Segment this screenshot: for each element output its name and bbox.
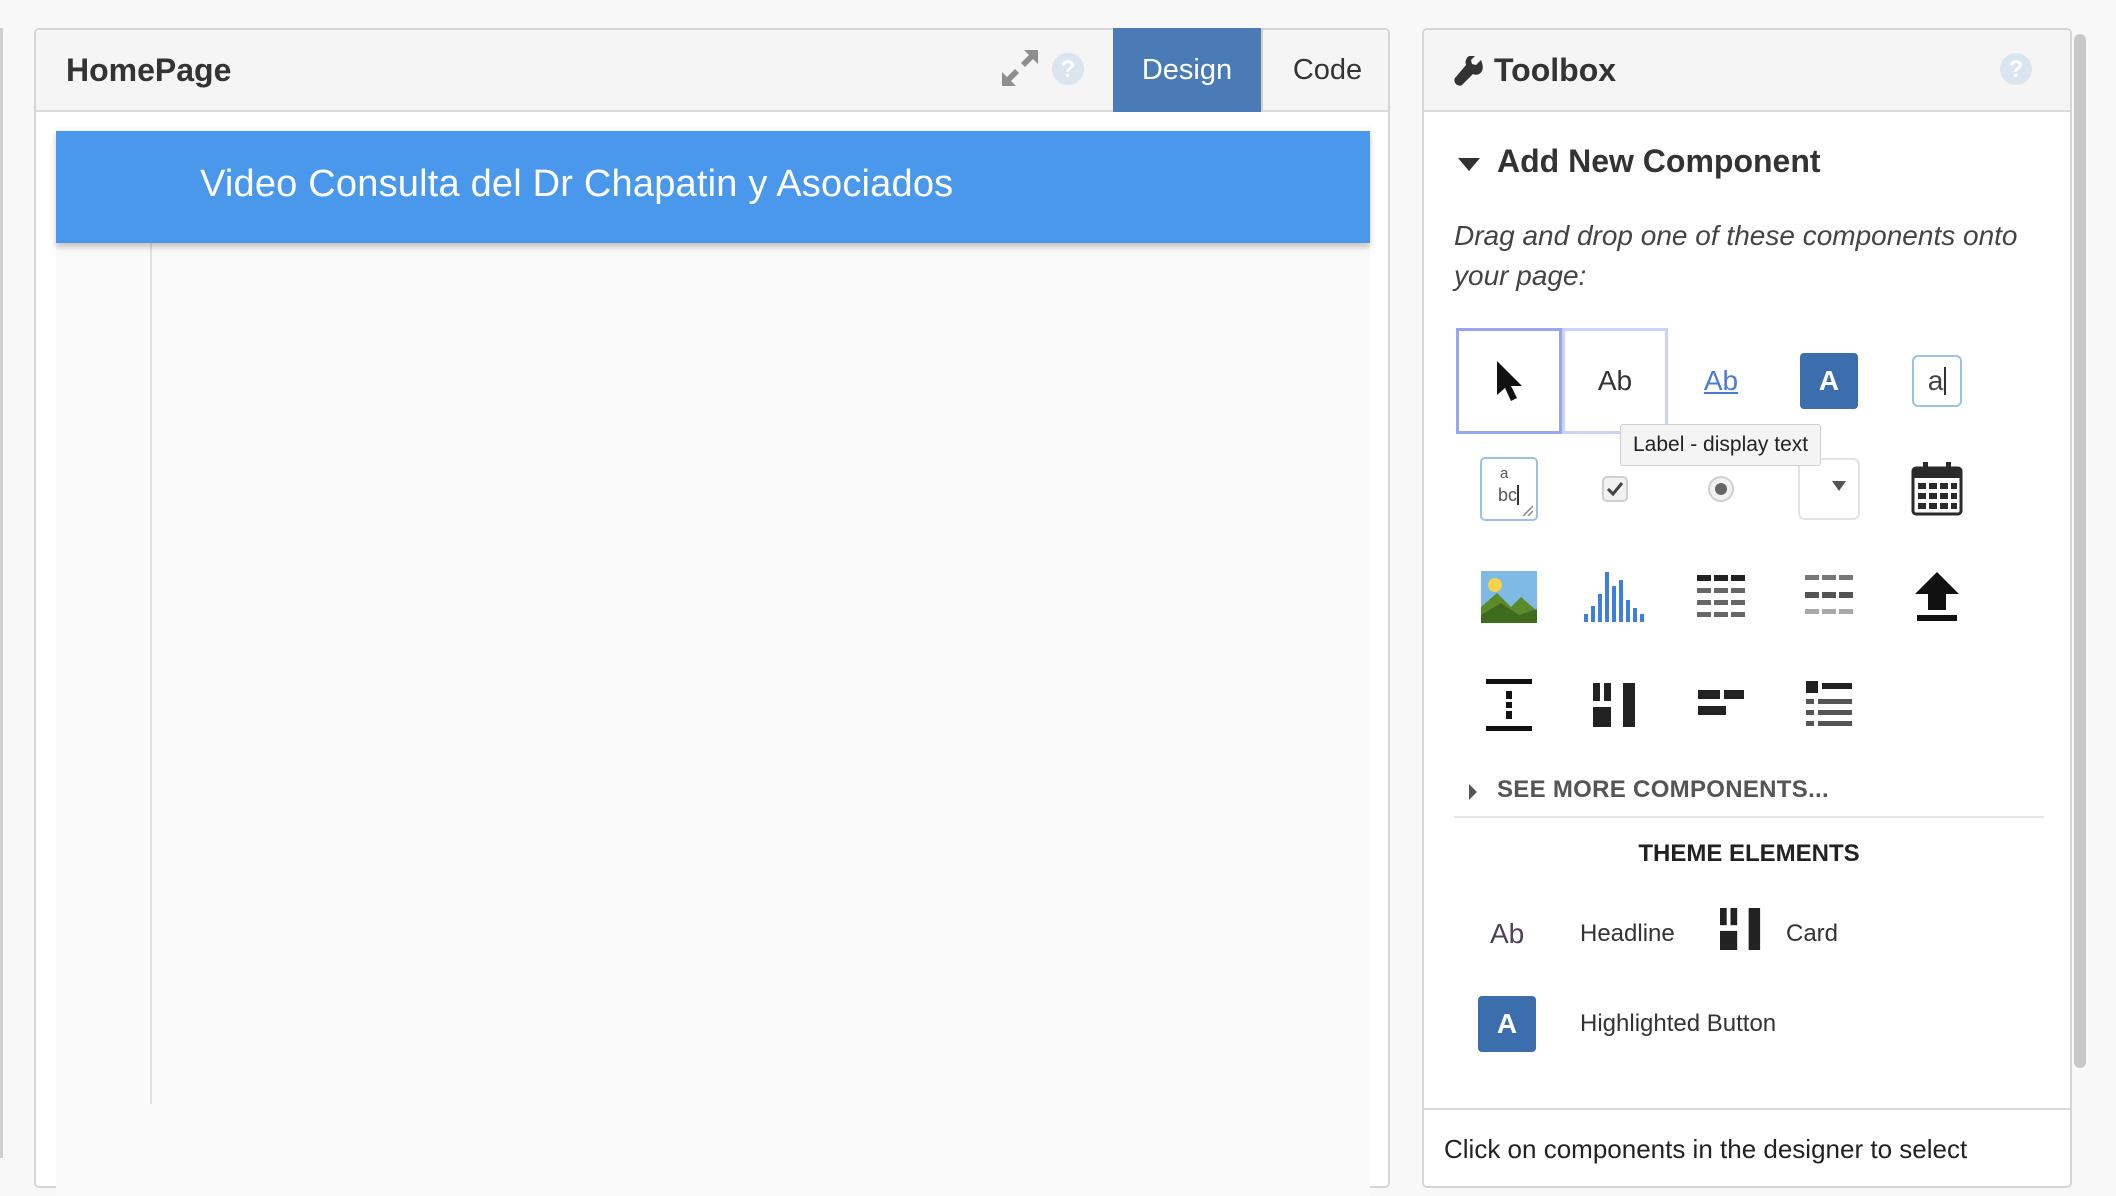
highlighted-button-a-text: A xyxy=(1496,1008,1518,1039)
calendar-icon xyxy=(1911,462,1963,516)
label-ab-icon: Ab xyxy=(1597,365,1633,396)
app-title[interactable]: Video Consulta del Dr Chapatin y Asociad… xyxy=(200,163,953,206)
component-link[interactable]: Ab xyxy=(1668,328,1774,434)
component-button[interactable]: A xyxy=(1776,328,1882,434)
component-image[interactable] xyxy=(1456,544,1562,650)
component-tooltip: Label - display text xyxy=(1620,424,1822,466)
theme-item-label: Headline xyxy=(1580,920,1675,947)
see-more-components-link[interactable]: SEE MORE COMPONENTS... xyxy=(1497,776,1829,804)
theme-item-label: Highlighted Button xyxy=(1580,1010,1777,1037)
flow-panel-icon xyxy=(1698,690,1744,715)
textbox-icon: a xyxy=(1912,355,1962,407)
repeating-panel-icon xyxy=(1805,575,1853,614)
form-title: HomePage xyxy=(66,52,232,88)
theme-item-highlighted-button[interactable]: A Highlighted Button xyxy=(1478,996,1798,1056)
link-ab-icon: Ab xyxy=(1703,365,1739,396)
tab-design[interactable]: Design xyxy=(1113,28,1261,112)
radio-icon xyxy=(1708,476,1734,502)
collapse-caret-icon[interactable] xyxy=(1458,158,1480,171)
app-title-bar[interactable]: Video Consulta del Dr Chapatin y Asociad… xyxy=(56,131,1370,243)
component-textarea[interactable]: a bc xyxy=(1456,436,1562,542)
column-panel-icon xyxy=(1593,683,1635,727)
designer-panel: HomePage ? Design Code Video Consulta de… xyxy=(34,28,1390,1196)
toolbox-scrollbar[interactable] xyxy=(2074,34,2086,1068)
spacer-icon xyxy=(1486,679,1532,731)
component-column-panel[interactable] xyxy=(1562,652,1668,758)
checkbox-icon xyxy=(1602,476,1628,502)
expand-icon[interactable] xyxy=(1002,50,1038,86)
cursor-icon xyxy=(1497,361,1522,401)
component-plot[interactable] xyxy=(1562,544,1668,650)
button-a-text: A xyxy=(1818,365,1840,396)
headline-ab-icon: Ab xyxy=(1490,918,1525,949)
toolbox-panel: Toolbox ? Add New Component Drag and dro… xyxy=(1422,28,2072,1188)
add-component-section-title[interactable]: Add New Component xyxy=(1497,143,1821,180)
section-description: Drag and drop one of these components on… xyxy=(1454,220,2018,291)
properties-divider xyxy=(1424,1108,2070,1110)
component-linear-panel[interactable] xyxy=(1776,652,1882,758)
expand-caret-icon[interactable] xyxy=(1469,784,1477,800)
wrench-icon xyxy=(1454,56,1483,86)
theme-elements-title: THEME ELEMENTS xyxy=(1638,840,1860,867)
properties-hint: Click on components in the designer to s… xyxy=(1444,1134,1968,1164)
card-icon xyxy=(1720,908,1761,950)
bar-chart-icon xyxy=(1584,572,1644,622)
linear-panel-icon xyxy=(1806,681,1852,726)
theme-item-headline[interactable]: Ab Headline xyxy=(1484,908,1684,962)
component-label[interactable]: Ab xyxy=(1562,328,1668,434)
button-a-icon: A xyxy=(1800,353,1858,409)
dropdown-icon xyxy=(1798,458,1860,520)
tab-code[interactable]: Code xyxy=(1261,28,1392,112)
component-date-picker[interactable] xyxy=(1884,436,1990,542)
component-pointer[interactable] xyxy=(1456,328,1562,434)
component-flow-panel[interactable] xyxy=(1668,652,1774,758)
textarea-bottom-text: bc xyxy=(1498,485,1520,505)
component-file-loader[interactable] xyxy=(1884,544,1990,650)
image-icon xyxy=(1481,571,1537,623)
help-icon[interactable]: ? xyxy=(1999,52,2033,86)
canvas-column-guide xyxy=(150,174,152,1104)
svg-text:?: ? xyxy=(2009,56,2024,83)
textarea-icon: a bc xyxy=(1480,457,1538,521)
help-icon[interactable]: ? xyxy=(1051,52,1085,86)
left-panel-edge xyxy=(0,28,3,1158)
upload-icon xyxy=(1915,572,1959,621)
highlighted-button-icon: A xyxy=(1478,996,1536,1052)
component-repeating-panel[interactable] xyxy=(1776,544,1882,650)
textbox-a-text: a xyxy=(1928,367,1947,395)
designer-header: HomePage ? Design Code xyxy=(36,28,1388,112)
component-textbox[interactable]: a xyxy=(1884,328,1990,434)
theme-item-label: Card xyxy=(1786,920,1839,947)
design-canvas[interactable] xyxy=(56,126,1370,1196)
toolbox-title: Toolbox xyxy=(1494,52,1617,88)
svg-text:?: ? xyxy=(1061,56,1076,83)
component-data-grid[interactable] xyxy=(1668,544,1774,650)
component-spacer[interactable] xyxy=(1456,652,1562,758)
section-divider xyxy=(1454,816,2044,818)
toolbox-header: Toolbox ? xyxy=(1424,30,2070,112)
textarea-top-text: a xyxy=(1500,465,1509,482)
theme-item-card[interactable]: Card xyxy=(1714,902,1914,962)
data-grid-icon xyxy=(1697,575,1745,617)
